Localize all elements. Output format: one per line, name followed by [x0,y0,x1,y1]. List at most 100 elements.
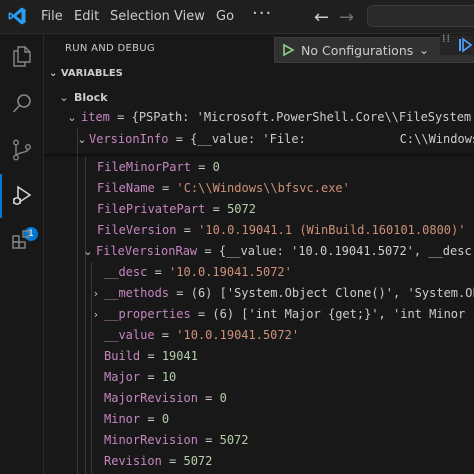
variable-entry: FileMinorPart = 0 [97,157,220,178]
variable-major-row[interactable]: Major = 10 [44,367,474,388]
variable-entry: item = {PSPath: 'Microsoft.PowerShell.Co… [81,107,474,128]
extensions-icon[interactable] [0,218,44,262]
chevron-right-icon[interactable]: › [90,283,102,304]
variable-name: VersionInfo [89,132,169,146]
variables-section-header[interactable]: ⌄ VARIABLES [49,68,123,86]
variable-file-minor-part-row[interactable]: FileMinorPart = 0 [44,157,474,178]
sticky-scroll-shadow [44,154,474,157]
chevron-down-icon[interactable]: ⌄ [82,241,94,262]
menu-more-icon[interactable]: ··· [252,3,272,24]
command-center-search[interactable] [367,5,474,27]
variable-value: '10.0.19041.5072' [176,328,300,342]
variable-major-revision-row[interactable]: MajorRevision = 0 [44,388,474,409]
chevron-down-icon[interactable]: ⌄ [76,129,88,150]
variable-name: FileVersion [97,223,177,237]
equals-sign: = [168,132,191,146]
variable-value: 0 [212,160,220,174]
equals-sign: = [176,223,199,237]
menu-go[interactable]: Go [216,9,234,24]
variable-value: 5072 [227,202,256,216]
equals-sign: = [154,181,177,195]
variable-value: 19041 [161,349,198,363]
variable-value: {PSPath: 'Microsoft.PowerShell.Core\\Fil… [131,110,474,124]
variable-name: __methods [104,286,170,300]
variable-entry: __properties = (6) ['int Major {get;}', … [104,304,474,325]
menu-view[interactable]: View [174,9,205,24]
variable-entry: __methods = (6) ['System.Object Clone()'… [104,283,474,304]
vscode-logo-icon[interactable] [7,6,27,26]
variable-value: 0 [219,391,227,405]
variable-properties-row[interactable]: › __properties = (6) ['int Major {get;}',… [44,304,474,325]
config-select[interactable]: No Configurations [301,43,413,58]
chevron-right-icon[interactable]: › [90,304,102,325]
start-debugging-icon[interactable] [281,43,295,57]
variable-entry: FileVersion = '10.0.19041.1 (WinBuild.16… [97,220,465,241]
variable-version-info-row[interactable]: ⌄ VersionInfo = {__value: 'File: C:\\Wind… [44,129,474,150]
search-icon[interactable] [0,82,44,126]
variables-header-label: VARIABLES [60,68,123,79]
variable-entry: Major = 10 [104,367,176,388]
chevron-down-icon[interactable]: ⌄ [66,107,78,128]
source-control-icon[interactable] [0,128,44,172]
scope-block[interactable]: ⌄ Block [44,87,474,108]
variable-value: {__value: '10.0.19041.5072', __desc: '10 [218,244,474,258]
variable-entry: Minor = 0 [104,409,169,430]
variable-value: 0 [161,412,170,426]
variable-name: FileVersionRaw [96,244,198,258]
drag-handle-icon[interactable]: ⁞⁞ [442,33,451,44]
variable-entry: VersionInfo = {__value: 'File: C:\\Windo… [89,129,474,150]
variable-name: Build [104,349,141,363]
variable-file-version-raw-row[interactable]: ⌄ FileVersionRaw = {__value: '10.0.19041.… [44,241,474,262]
variable-name: MajorRevision [104,391,198,405]
variable-name: __properties [104,307,191,321]
run-debug-icon[interactable] [0,174,44,218]
variable-value-row[interactable]: __value = '10.0.19041.5072' [44,325,474,346]
explorer-icon[interactable] [0,34,44,78]
variable-value: '10.0.19041.5072' [169,265,292,279]
variable-entry: MajorRevision = 0 [104,388,227,409]
variable-desc-row[interactable]: __desc = '10.0.19041.5072' [44,262,474,283]
back-arrow-icon[interactable]: ← [314,7,329,28]
variable-value: 5072 [219,433,249,447]
variable-revision-row[interactable]: Revision = 5072 [44,451,474,472]
panel-title: RUN AND DEBUG [65,43,155,54]
variable-item-row[interactable]: ⌄ item = {PSPath: 'Microsoft.PowerShell.C… [44,107,474,128]
chevron-down-icon[interactable]: ⌄ [419,43,429,57]
variable-value: 5072 [183,454,213,468]
variable-value: (6) ['int Major {get;}', 'int Minor {get [212,307,474,321]
variable-minor-row[interactable]: Minor = 0 [44,409,474,430]
variable-entry: FileName = 'C:\\Windows\\bfsvc.exe' [97,178,350,199]
variable-name: Minor [104,412,141,426]
scope-label: Block [74,91,108,104]
equals-sign: = [169,286,191,300]
variable-name: __value [104,328,155,342]
run-debug-panel: RUN AND DEBUG No Configurations ⌄ ⁞⁞ ⌄ V… [44,33,474,474]
variable-minor-revision-row[interactable]: MinorRevision = 5072 [44,430,474,451]
equals-sign: = [109,110,132,124]
equals-sign: = [147,265,170,279]
variable-entry: Build = 19041 [104,346,198,367]
equals-sign: = [154,328,177,342]
chevron-down-icon: ⌄ [49,68,58,79]
variable-value: (6) ['System.Object Clone()', 'System.Ob… [190,286,474,300]
forward-arrow-icon[interactable]: → [339,7,354,28]
variable-value: 'C:\\Windows\\bfsvc.exe' [176,181,350,195]
continue-icon[interactable] [458,37,472,53]
variable-build-row[interactable]: Build = 19041 [44,346,474,367]
title-bar: File Edit Selection View Go ··· ← → [0,0,474,34]
menu-edit[interactable]: Edit [74,9,99,24]
menu-selection[interactable]: Selection [110,9,170,24]
equals-sign: = [197,433,220,447]
variable-file-private-part-row[interactable]: FilePrivatePart = 5072 [44,199,474,220]
active-view-indicator [0,174,2,218]
variable-value: {__value: 'File: C:\\Windows\\bf [190,132,474,146]
equals-sign: = [190,160,213,174]
variable-file-name-row[interactable]: FileName = 'C:\\Windows\\bfsvc.exe' [44,178,474,199]
variable-file-version-row[interactable]: FileVersion = '10.0.19041.1 (WinBuild.16… [44,220,474,241]
menu-file[interactable]: File [41,9,63,24]
variable-entry: __value = '10.0.19041.5072' [104,325,299,346]
variable-name: Revision [104,454,162,468]
vscode-window: File Edit Selection View Go ··· ← → 1 RU… [0,0,474,474]
variable-name: item [81,110,110,124]
variable-methods-row[interactable]: › __methods = (6) ['System.Object Clone()… [44,283,474,304]
